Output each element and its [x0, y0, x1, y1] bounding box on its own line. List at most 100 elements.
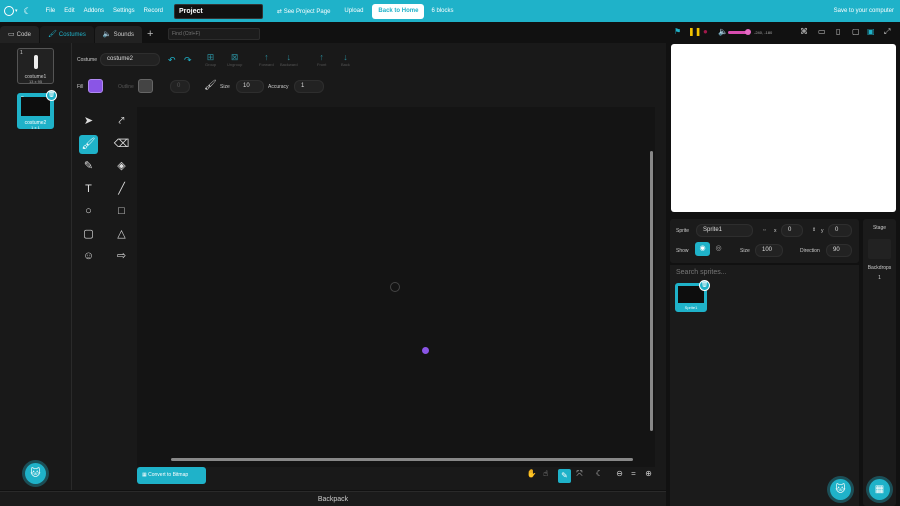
text-tool[interactable]: T	[79, 180, 98, 199]
group-button[interactable]: ⊞ Group	[205, 52, 216, 67]
menu-edit[interactable]: Edit	[64, 8, 74, 14]
costume-number: 1	[20, 50, 23, 56]
horizontal-scrollbar[interactable]	[171, 458, 633, 461]
delete-sprite-icon[interactable]: 🗑	[699, 280, 710, 291]
direction-input[interactable]: 90	[826, 244, 852, 257]
tab-sounds[interactable]: 🔈 Sounds	[94, 26, 142, 43]
menu-addons[interactable]: Addons	[84, 8, 104, 14]
undo-button[interactable]: ↶	[168, 55, 176, 65]
pen-mode-icon[interactable]: ✎	[558, 469, 571, 483]
chevron-down-icon[interactable]: ▾	[15, 8, 18, 14]
sprite-list: Search sprites... Sprite1 🗑	[670, 265, 859, 506]
front-button[interactable]: ↑ Front	[317, 52, 326, 67]
reshape-tool[interactable]: ⤤	[112, 112, 131, 131]
eraser-tool[interactable]: ⌫	[112, 135, 131, 154]
sprite-item[interactable]: Sprite1 🗑	[675, 280, 710, 312]
y-input[interactable]: 0	[828, 224, 852, 237]
back-button[interactable]: ↓ Back	[341, 52, 350, 67]
addons-icon[interactable]: ⌘	[800, 27, 808, 36]
brush-tool[interactable]: 🖌	[79, 135, 98, 154]
costume-item[interactable]: 1 costume1 13 x 95	[17, 48, 54, 84]
accuracy-input[interactable]: 1	[294, 80, 324, 93]
snap-icon[interactable]: ⤧	[573, 469, 586, 479]
redo-icon: ↷	[184, 55, 192, 65]
fill-tool[interactable]: ◈	[112, 157, 131, 176]
tab-costumes[interactable]: 🖌 Costumes	[39, 26, 94, 43]
brush-size-input[interactable]: 10	[236, 80, 264, 93]
search-sprites-input[interactable]: Search sprites...	[676, 269, 727, 276]
rounded-rect-tool[interactable]: ▢	[79, 225, 98, 244]
find-input[interactable]: Find (Ctrl+F)	[168, 28, 260, 40]
green-flag-icon[interactable]: ⚑	[674, 27, 681, 36]
back-to-home-button[interactable]: Back to Home	[372, 3, 425, 19]
forward-label: Forward	[259, 62, 274, 67]
line-tool[interactable]: ╱	[112, 180, 131, 199]
add-costume-button[interactable]: 🐱	[25, 463, 46, 484]
stop-icon[interactable]: ●	[703, 27, 708, 36]
brush-icon: 🖌	[81, 138, 96, 150]
outline-color-swatch[interactable]	[138, 79, 153, 93]
triangle-tool[interactable]: △	[112, 225, 131, 244]
zoom-in-icon[interactable]: ⊕	[642, 469, 655, 478]
select-tool[interactable]: ➤	[79, 112, 98, 131]
arrow-tool[interactable]: ⇨	[112, 247, 131, 266]
eyedropper-tool[interactable]: ✎	[79, 157, 98, 176]
outline-width-input[interactable]: 0	[170, 80, 190, 93]
fullscreen-icon[interactable]: ⤢	[884, 27, 890, 37]
editor-tabs: ▭ Code 🖌 Costumes 🔈 Sounds +	[0, 26, 666, 43]
rectangle-tool[interactable]: □	[112, 202, 131, 221]
vertical-scrollbar[interactable]	[650, 151, 653, 431]
add-tab-icon[interactable]: +	[147, 26, 153, 43]
sprite-info-panel: Sprite Sprite1 ⇔ x 0 ⇕ y 0 Show ◉ ◎ Size…	[670, 219, 859, 263]
add-backdrop-button[interactable]: ▦	[869, 479, 890, 500]
volume-slider-thumb[interactable]	[745, 29, 751, 35]
theme-moon-icon[interactable]: ☾	[24, 6, 32, 17]
eye-visible-icon[interactable]: ◉	[695, 242, 710, 256]
size-input[interactable]: 100	[755, 244, 783, 257]
project-title-input[interactable]: Project	[174, 3, 263, 19]
stage-panel[interactable]: Stage Backdrops 1	[863, 219, 896, 506]
globe-icon[interactable]	[4, 6, 14, 16]
fill-color-swatch[interactable]	[88, 79, 103, 93]
hand-icon[interactable]: ✋	[525, 469, 538, 478]
large-stage-icon[interactable]: ▢	[852, 27, 860, 36]
stage-panel-title: Stage	[872, 225, 887, 231]
stage-canvas[interactable]	[671, 44, 896, 212]
forward-button[interactable]: ↑ Forward	[259, 52, 274, 67]
backward-button[interactable]: ↓ Backward	[280, 52, 298, 67]
x-input[interactable]: 0	[781, 224, 803, 237]
ungroup-button[interactable]: ⊠ Ungroup	[227, 52, 242, 67]
stage-layout-icon[interactable]: ▣	[867, 27, 875, 36]
costume-add-icon: 🐱	[30, 468, 41, 479]
menu-settings[interactable]: Settings	[113, 8, 135, 14]
costume-item-selected[interactable]: 2 costume2 1 x 1 🗑	[17, 90, 57, 130]
menu-record[interactable]: Record	[144, 8, 163, 14]
circle-tool[interactable]: ○	[79, 202, 98, 221]
moon-mode-icon[interactable]: ☾	[593, 469, 606, 478]
outline-label: Outline	[118, 84, 134, 90]
delete-costume-icon[interactable]: 🗑	[46, 90, 57, 101]
menu-file[interactable]: File	[46, 8, 56, 14]
volume-icon[interactable]: 🔈	[718, 27, 728, 36]
upload-button[interactable]: Upload	[344, 8, 363, 14]
screenshot-icon[interactable]: ▭	[818, 27, 826, 36]
save-to-computer-button[interactable]: Save to your computer	[834, 8, 894, 14]
paint-canvas[interactable]	[137, 107, 655, 467]
add-sprite-button[interactable]: 🐱	[830, 479, 851, 500]
convert-to-bitmap-button[interactable]: ▦ Convert to Bitmap	[137, 467, 206, 484]
costume-name-input[interactable]: costume2	[100, 53, 160, 66]
zoom-out-icon[interactable]: ⊖	[613, 469, 626, 478]
touch-icon[interactable]: ☝	[539, 469, 552, 478]
redo-button[interactable]: ↷	[184, 55, 192, 65]
see-project-page-link[interactable]: ⇄ See Project Page	[277, 8, 330, 15]
small-stage-icon[interactable]: ▯	[836, 27, 840, 36]
sprite-name-input[interactable]: Sprite1	[696, 224, 753, 237]
emoji-tool[interactable]: ☺	[79, 247, 98, 266]
pause-icon[interactable]: ❚❚	[688, 27, 701, 36]
zoom-reset-icon[interactable]: =	[627, 469, 640, 478]
tab-code[interactable]: ▭ Code	[0, 26, 39, 43]
rounded-square-icon: ▢	[83, 228, 94, 240]
backdrops-label: Backdrops	[867, 265, 892, 271]
eye-hidden-icon[interactable]: ◎	[711, 242, 726, 256]
backpack-bar[interactable]: Backpack	[0, 491, 666, 506]
